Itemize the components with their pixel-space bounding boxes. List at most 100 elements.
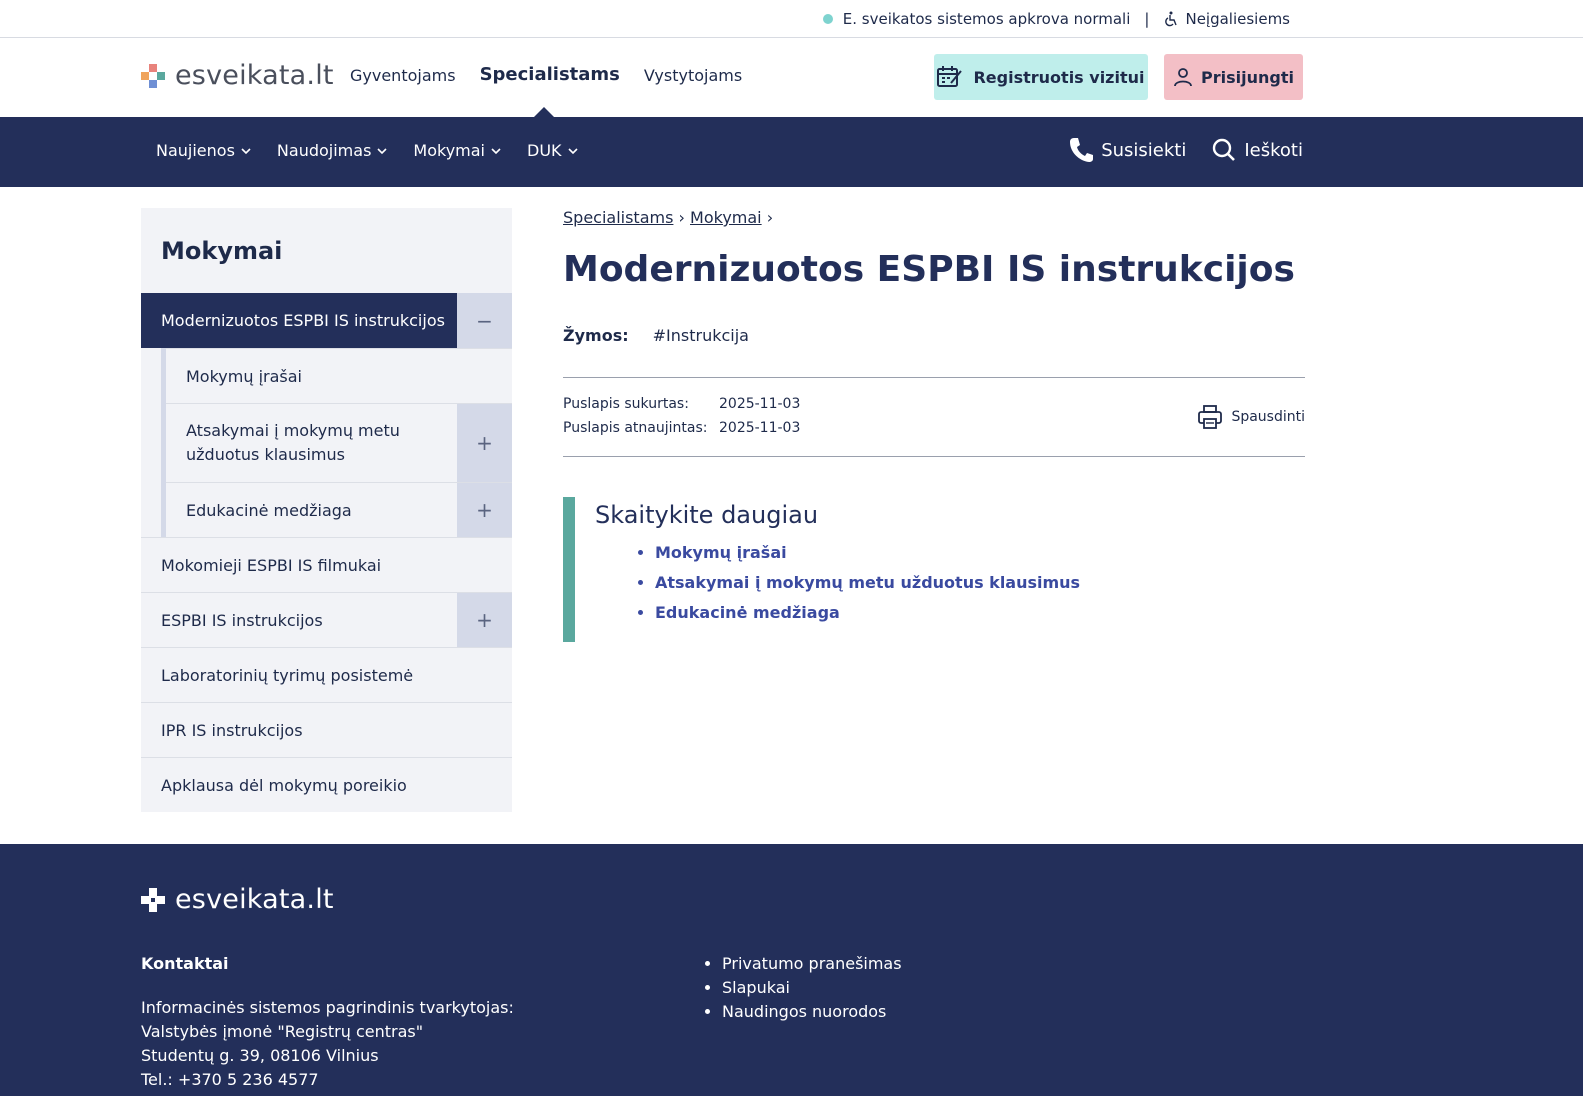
created-row: Puslapis sukurtas: 2025-11-03 bbox=[563, 396, 800, 412]
search-icon bbox=[1213, 138, 1236, 161]
read-more-title: Skaitykite daugiau bbox=[595, 501, 819, 529]
sidebar-item-espbi-instrukcijos[interactable]: ESPBI IS instrukcijos + bbox=[141, 592, 512, 647]
logo-text: esveikata.lt bbox=[175, 60, 334, 91]
sidebar-item-ipr[interactable]: IPR IS instrukcijos bbox=[141, 702, 512, 757]
footer-link-slapukai[interactable]: Slapukai bbox=[722, 976, 902, 1000]
sidebar-subitem-edukacine[interactable]: Edukacinė medžiaga + bbox=[166, 482, 512, 537]
register-visit-button[interactable]: Registruotis vizitui bbox=[934, 54, 1148, 100]
menu-duk[interactable]: DUK bbox=[527, 141, 578, 160]
site-footer: esveikata.lt Kontaktai Informacinės sist… bbox=[0, 844, 1583, 1096]
read-more-box: Skaitykite daugiau Mokymų įrašai Atsakym… bbox=[563, 497, 1305, 642]
menu-naujienos[interactable]: Naujienos bbox=[156, 141, 251, 160]
sidebar-item-label: Laboratorinių tyrimų posistemė bbox=[161, 665, 414, 685]
contacts-line: Tel.: +370 5 236 4577 bbox=[141, 1070, 319, 1089]
audience-nav: Gyventojams Specialistams Vystytojams bbox=[350, 64, 742, 87]
contact-link[interactable]: Susisiekti bbox=[1069, 137, 1186, 163]
sidebar-subitem-mokymu-irasai[interactable]: Mokymų įrašai bbox=[166, 348, 512, 403]
menu-naudojimas[interactable]: Naudojimas bbox=[277, 141, 387, 160]
nav-gyventojams[interactable]: Gyventojams bbox=[350, 66, 456, 87]
updated-date: 2025-11-03 bbox=[719, 420, 801, 436]
status-bar: E. sveikatos sistemos apkrova normali | … bbox=[0, 0, 1583, 38]
chevron-down-icon bbox=[241, 147, 251, 154]
menu-naujienos-label: Naujienos bbox=[156, 141, 235, 160]
site-header: esveikata.lt Gyventojams Specialistams V… bbox=[0, 38, 1583, 119]
expand-toggle[interactable]: + bbox=[457, 404, 512, 482]
section-menu: Naujienos Naudojimas Mokymai DUK bbox=[156, 141, 578, 160]
created-label: Puslapis sukurtas: bbox=[563, 396, 689, 412]
expand-toggle[interactable]: + bbox=[457, 593, 512, 647]
register-visit-label: Registruotis vizitui bbox=[973, 67, 1145, 87]
menu-mokymai-label: Mokymai bbox=[413, 141, 485, 160]
menu-naudojimas-label: Naudojimas bbox=[276, 141, 372, 160]
printer-icon bbox=[1198, 405, 1223, 429]
chevron-down-icon bbox=[491, 147, 501, 154]
nav-specialistams[interactable]: Specialistams bbox=[480, 64, 620, 85]
footer-link-privatumas[interactable]: Privatumo pranešimas bbox=[722, 952, 902, 976]
nav-vystytojams[interactable]: Vystytojams bbox=[644, 66, 742, 87]
sidebar-item-label: Atsakymai į mokymų metu užduotus klausim… bbox=[186, 421, 400, 464]
sidebar-item-filmukai[interactable]: Mokomieji ESPBI IS filmukai bbox=[141, 537, 512, 592]
updated-row: Puslapis atnaujintas: 2025-11-03 bbox=[563, 420, 800, 436]
site-logo[interactable]: esveikata.lt bbox=[141, 60, 334, 91]
sidebar-item-modernizuotos[interactable]: Modernizuotos ESPBI IS instrukcijos − bbox=[141, 293, 512, 348]
updated-label: Puslapis atnaujintas: bbox=[563, 420, 708, 436]
footer-contacts: Kontaktai Informacinės sistemos pagrindi… bbox=[141, 952, 514, 1092]
accessibility-link[interactable]: Neįgaliesiems bbox=[1163, 10, 1290, 28]
contacts-line: Studentų g. 39, 08106 Vilnius bbox=[141, 1046, 379, 1065]
accessibility-label: Neįgaliesiems bbox=[1185, 9, 1290, 28]
menu-duk-label: DUK bbox=[527, 141, 562, 160]
section-sidebar: Mokymai Modernizuotos ESPBI IS instrukci… bbox=[141, 208, 512, 812]
read-more-list: Mokymų įrašai Atsakymai į mokymų metu už… bbox=[595, 543, 1305, 622]
footer-links: Privatumo pranešimas Slapukai Naudingos … bbox=[722, 952, 902, 1024]
footer-link-nuorodos[interactable]: Naudingos nuorodos bbox=[722, 1000, 902, 1024]
expand-toggle[interactable]: + bbox=[457, 483, 512, 537]
print-label: Spausdinti bbox=[1231, 409, 1305, 425]
footer-logo[interactable]: esveikata.lt bbox=[141, 884, 334, 915]
read-more-link[interactable]: Mokymų įrašai bbox=[655, 543, 1305, 562]
sidebar-item-label: Modernizuotos ESPBI IS instrukcijos bbox=[161, 311, 445, 330]
chevron-down-icon bbox=[567, 147, 578, 154]
page-meta: Puslapis sukurtas: 2025-11-03 Puslapis a… bbox=[563, 377, 1305, 457]
sidebar-title: Mokymai bbox=[161, 236, 283, 265]
search-link[interactable]: Ieškoti bbox=[1212, 138, 1303, 162]
contacts-title: Kontaktai bbox=[141, 954, 229, 973]
breadcrumb-specialistams[interactable]: Specialistams bbox=[563, 208, 673, 227]
tag-link[interactable]: #Instrukcija bbox=[653, 326, 749, 345]
contact-label: Susisiekti bbox=[1101, 139, 1187, 161]
sidebar-subitem-atsakymai[interactable]: Atsakymai į mokymų metu užduotus klausim… bbox=[166, 403, 512, 482]
esveikata-logo-icon bbox=[141, 63, 165, 88]
sidebar-item-label: Apklausa dėl mokymų poreikio bbox=[161, 775, 407, 795]
collapse-toggle[interactable]: − bbox=[457, 293, 512, 348]
breadcrumb: Specialistams › Mokymai › bbox=[563, 208, 1305, 227]
login-label: Prisijungti bbox=[1201, 67, 1294, 87]
created-date: 2025-11-03 bbox=[719, 396, 801, 412]
breadcrumb-separator: › bbox=[678, 208, 685, 227]
sidebar-item-laboratoriniu[interactable]: Laboratorinių tyrimų posistemė bbox=[141, 647, 512, 702]
sidebar-item-label: Mokymų įrašai bbox=[186, 366, 302, 386]
phone-icon bbox=[1070, 138, 1094, 162]
section-navbar: Naujienos Naudojimas Mokymai DUK Susisie… bbox=[0, 117, 1583, 187]
tags-row: Žymos: #Instrukcija bbox=[563, 326, 1305, 345]
read-more-link[interactable]: Atsakymai į mokymų metu užduotus klausim… bbox=[655, 573, 1305, 592]
sidebar-item-label: IPR IS instrukcijos bbox=[161, 720, 303, 740]
contacts-line: Valstybės įmonė "Registrų centras" bbox=[141, 1022, 424, 1041]
user-icon bbox=[1174, 68, 1192, 87]
status-indicator-icon bbox=[822, 13, 833, 24]
breadcrumb-mokymai[interactable]: Mokymai bbox=[690, 208, 762, 227]
breadcrumb-separator: › bbox=[766, 208, 774, 227]
calendar-edit-icon bbox=[937, 66, 963, 87]
menu-mokymai[interactable]: Mokymai bbox=[413, 141, 501, 160]
footer-logo-text: esveikata.lt bbox=[175, 884, 334, 915]
contacts-line: Informacinės sistemos pagrindinis tvarky… bbox=[141, 998, 514, 1017]
chevron-down-icon bbox=[377, 147, 387, 154]
login-button[interactable]: Prisijungti bbox=[1164, 54, 1303, 100]
print-button[interactable]: Spausdinti bbox=[1197, 404, 1305, 430]
sidebar-item-label: ESPBI IS instrukcijos bbox=[161, 610, 323, 630]
tags-label: Žymos: bbox=[563, 326, 629, 345]
wheelchair-icon bbox=[1165, 11, 1178, 26]
main-content: Specialistams › Mokymai › Modernizuotos … bbox=[563, 208, 1305, 642]
sidebar-item-label: Edukacinė medžiaga bbox=[186, 500, 352, 520]
system-status-text: E. sveikatos sistemos apkrova normali bbox=[842, 9, 1131, 28]
sidebar-item-apklausa[interactable]: Apklausa dėl mokymų poreikio bbox=[141, 757, 512, 812]
read-more-link[interactable]: Edukacinė medžiaga bbox=[655, 603, 1305, 622]
